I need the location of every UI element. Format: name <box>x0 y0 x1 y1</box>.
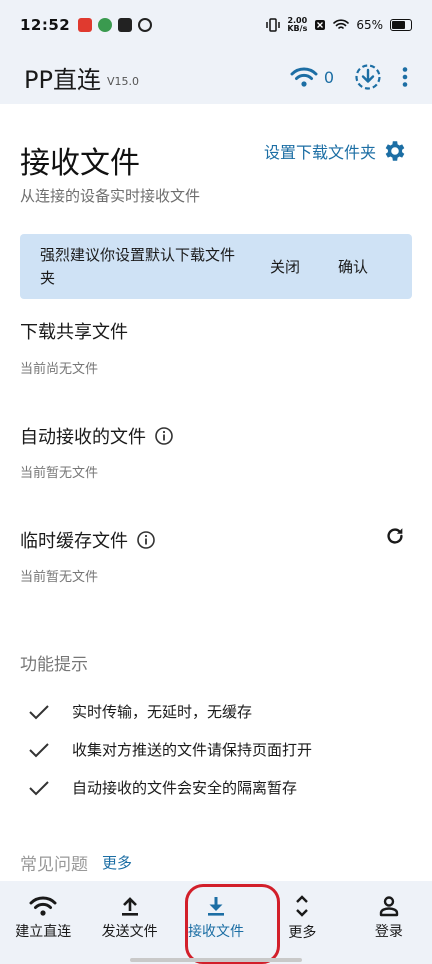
chevron-up-down-icon <box>296 894 309 917</box>
highlight-annotation <box>185 884 280 964</box>
page-subtitle: 从连接的设备实时接收文件 <box>20 187 201 205</box>
banner-message: 强烈建议你设置默认下载文件夹 <box>40 245 236 287</box>
tip-item: 收集对方推送的文件请保持页面打开 <box>28 739 312 760</box>
nav-send-files[interactable]: 发送文件 <box>86 881 172 964</box>
battery-percent: 65% <box>356 18 383 32</box>
status-time: 12:52 <box>20 16 71 34</box>
set-download-folder-label: 设置下载文件夹 <box>263 143 376 162</box>
no-sim-icon <box>315 20 326 30</box>
app-bar: PP直连 V15.0 0 <box>0 50 432 104</box>
tip-item: 自动接收的文件会安全的隔离暂存 <box>28 777 297 798</box>
set-download-folder-button[interactable]: 设置下载文件夹 <box>264 138 408 164</box>
nav-label: 发送文件 <box>101 923 158 940</box>
tip-item: 实时传输，无延时，无缓存 <box>28 701 252 722</box>
check-icon <box>29 704 49 719</box>
section-temp-cache-empty: 当前暂无文件 <box>20 570 99 585</box>
app-title: PP直连 <box>24 65 101 94</box>
section-shared-downloads-empty: 当前尚无文件 <box>20 362 99 377</box>
wifi-connection-icon[interactable] <box>290 66 318 88</box>
section-auto-received-empty: 当前暂无文件 <box>20 466 99 481</box>
vibrate-icon <box>266 18 281 32</box>
home-indicator[interactable] <box>130 958 302 962</box>
set-folder-banner: 强烈建议你设置默认下载文件夹 关闭 确认 <box>20 234 412 299</box>
battery-icon <box>390 19 412 31</box>
faq-more-link[interactable]: 更多 <box>102 852 132 873</box>
more-options-icon[interactable] <box>402 66 408 88</box>
banner-close-button[interactable]: 关闭 <box>270 256 300 277</box>
page-title: 接收文件 <box>20 146 140 181</box>
check-icon <box>29 742 49 757</box>
faq-title: 常见问题 <box>20 855 88 875</box>
refresh-icon[interactable] <box>384 525 406 547</box>
app-notification-icon <box>78 18 93 32</box>
nav-label: 建立直连 <box>15 923 72 940</box>
status-bar: 12:52 2.00 KB/s 65% <box>0 0 432 50</box>
app-version: V15.0 <box>106 74 139 88</box>
upload-icon <box>121 896 138 916</box>
app-notification-icon <box>98 18 113 32</box>
nav-label: 登录 <box>374 923 403 940</box>
section-temp-cache-title: 临时缓存文件 <box>20 527 156 553</box>
battery-level <box>392 21 405 29</box>
person-icon <box>379 895 399 916</box>
app-notification-icon <box>118 18 133 32</box>
section-title-label: 下载共享文件 <box>20 322 128 343</box>
app-notification-icon <box>138 18 153 32</box>
section-shared-downloads-title: 下载共享文件 <box>20 318 128 344</box>
section-title-label: 临时缓存文件 <box>20 531 128 552</box>
notification-icons <box>78 18 153 32</box>
wifi-status-icon <box>333 19 350 29</box>
check-icon <box>29 780 49 795</box>
info-icon[interactable] <box>136 530 156 550</box>
network-speed-unit: KB/s <box>287 24 308 33</box>
download-status-icon[interactable] <box>354 63 382 91</box>
faq-row: 常见问题 更多 <box>20 850 132 875</box>
gear-icon <box>385 141 405 161</box>
wifi-icon <box>29 896 57 916</box>
tip-text: 收集对方推送的文件请保持页面打开 <box>72 741 313 759</box>
tips-title: 功能提示 <box>20 655 88 675</box>
section-title-label: 自动接收的文件 <box>20 427 146 448</box>
network-speed: 2.00 KB/s <box>287 17 307 33</box>
nav-label: 更多 <box>288 924 317 941</box>
connection-count: 0 <box>323 67 334 87</box>
section-auto-received-title: 自动接收的文件 <box>20 423 174 449</box>
tip-text: 自动接收的文件会安全的隔离暂存 <box>72 779 298 797</box>
info-icon[interactable] <box>154 426 174 446</box>
banner-confirm-button[interactable]: 确认 <box>338 256 368 277</box>
nav-connect[interactable]: 建立直连 <box>0 881 86 964</box>
nav-login[interactable]: 登录 <box>346 881 432 964</box>
tip-text: 实时传输，无延时，无缓存 <box>72 703 253 721</box>
